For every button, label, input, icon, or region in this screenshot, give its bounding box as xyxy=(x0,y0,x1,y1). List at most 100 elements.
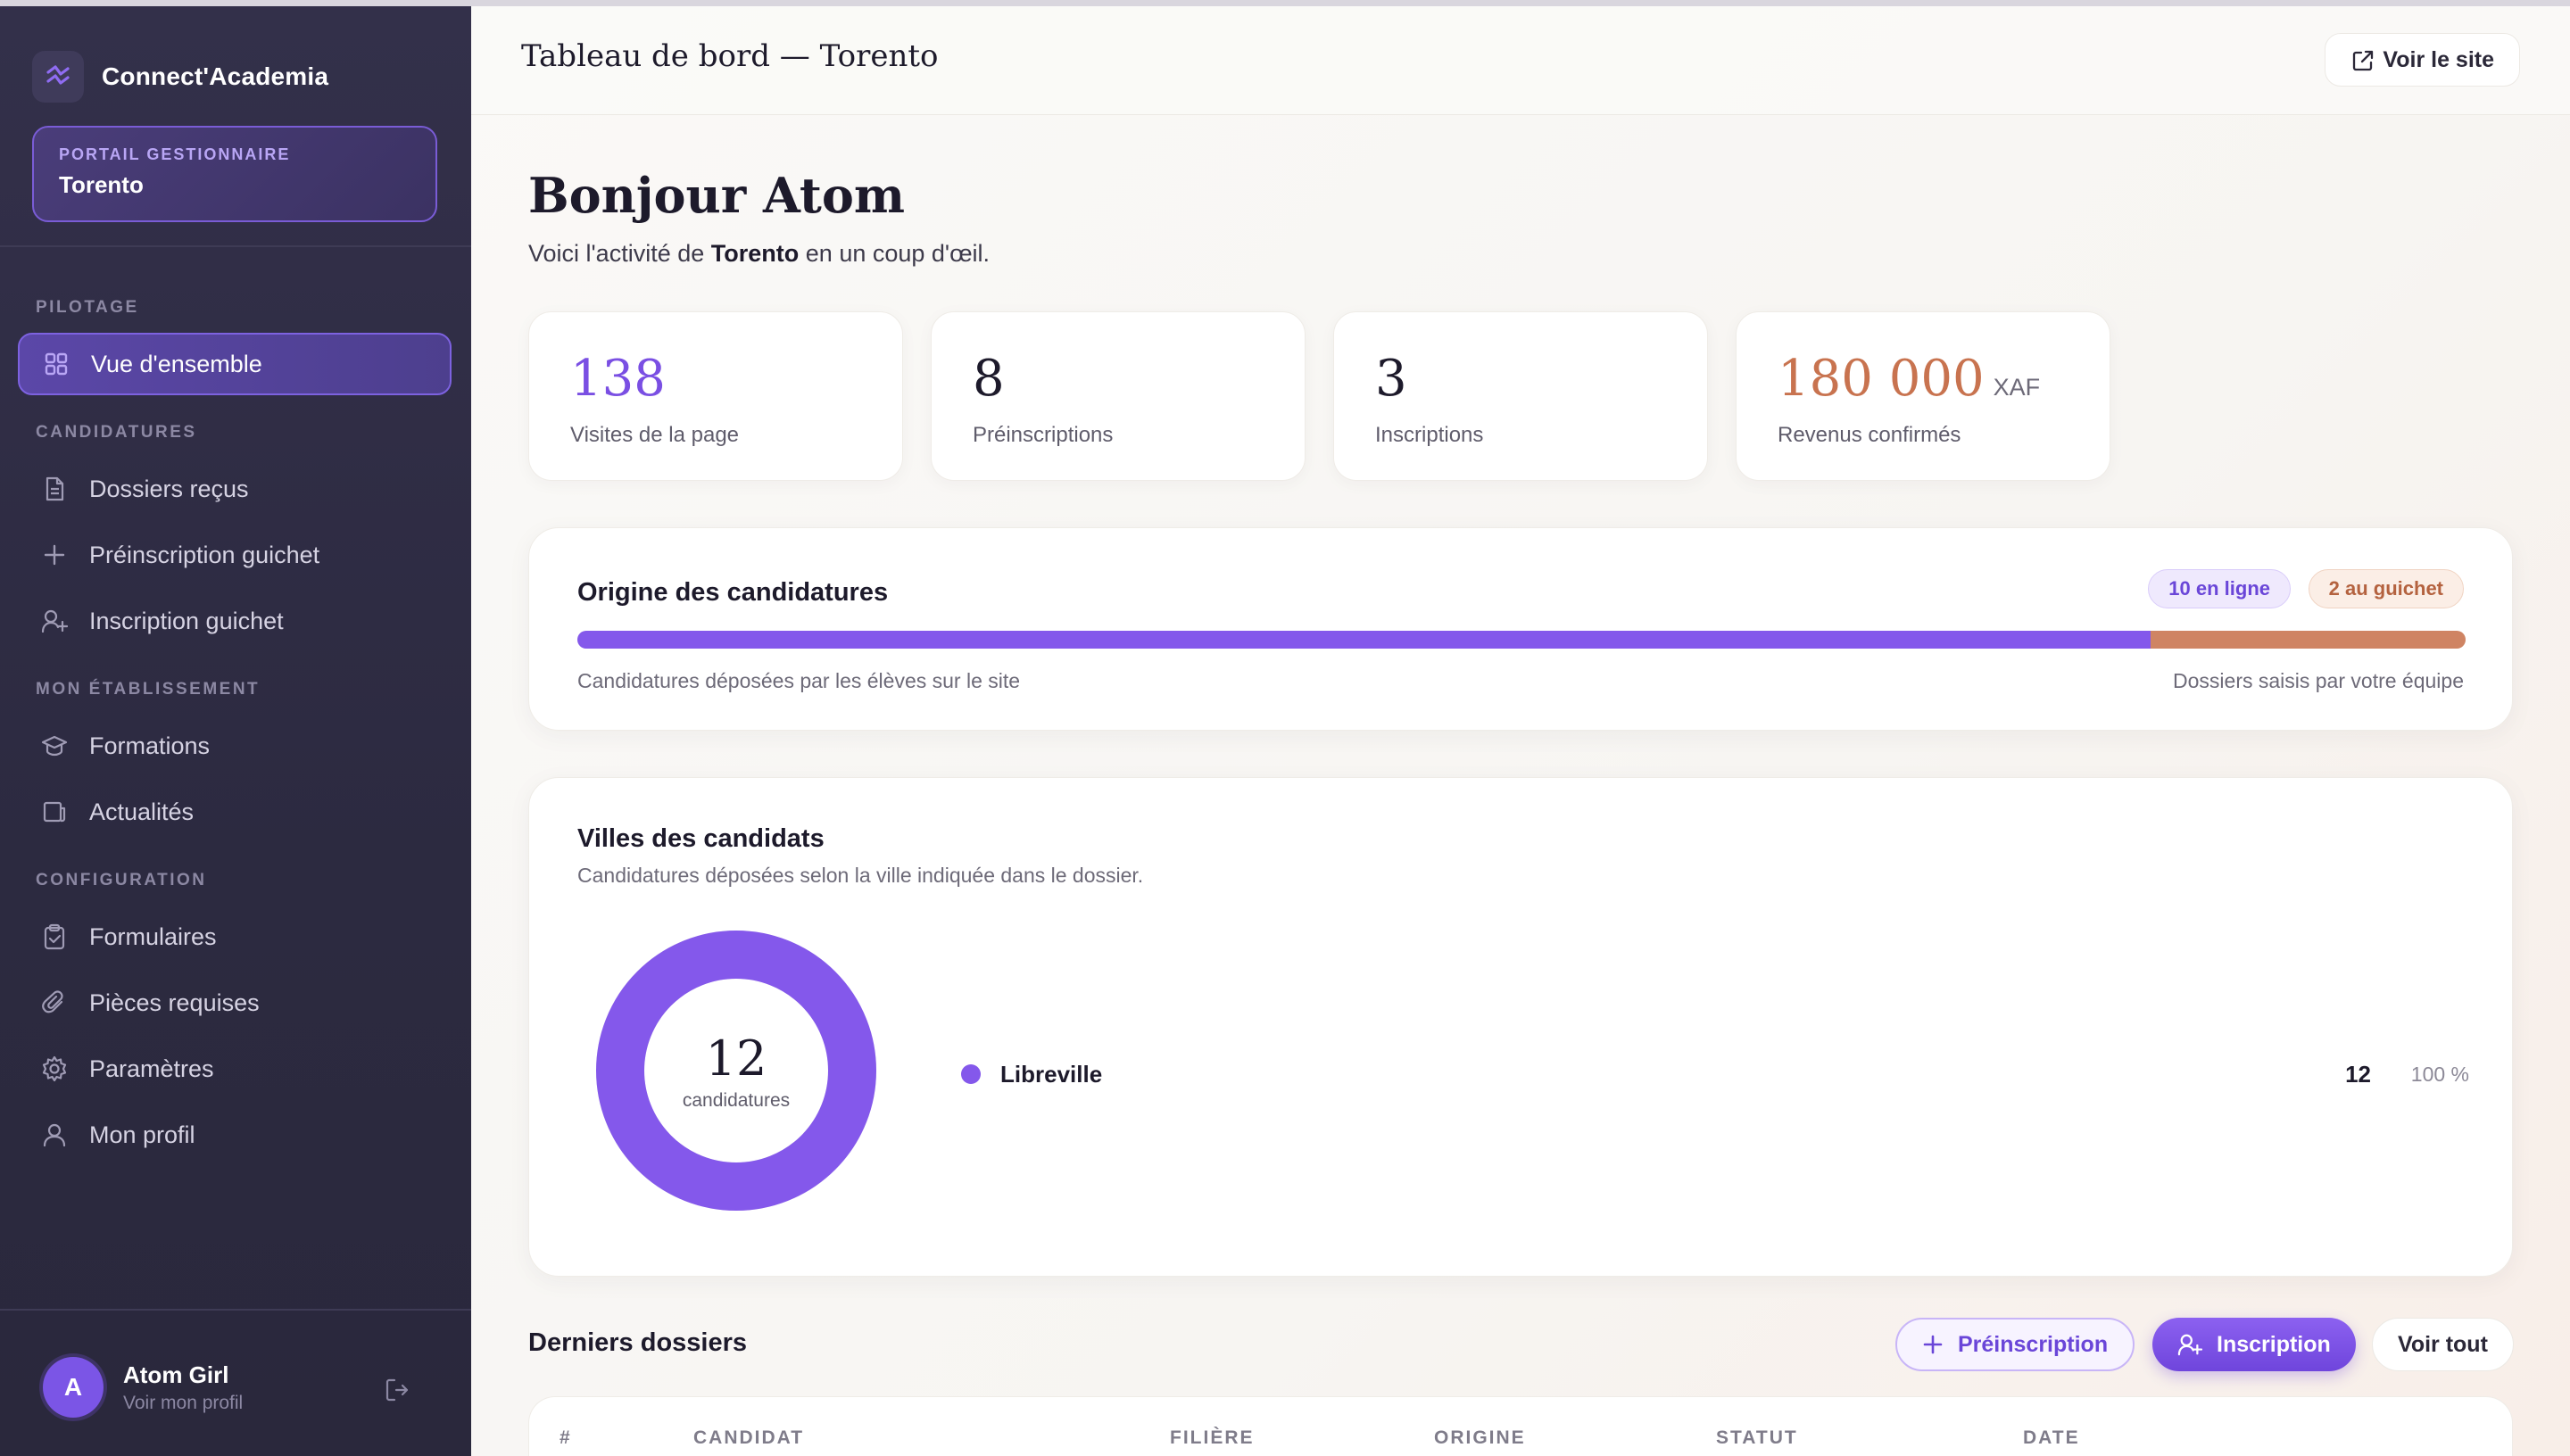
nav-section-pilotage: PILOTAGE xyxy=(36,298,139,317)
gear-icon xyxy=(41,1055,68,1082)
nav-section-candidatures: CANDIDATURES xyxy=(36,423,197,442)
kpi-value: 180 000 XAF xyxy=(1778,350,2041,408)
page-title: Tableau de bord — Torento xyxy=(521,38,939,74)
external-link-icon xyxy=(2350,48,2375,79)
user-plus-icon xyxy=(41,608,68,634)
plus-icon xyxy=(41,542,68,568)
portal-name: Torento xyxy=(59,171,144,198)
column-header-origin: ORIGINE xyxy=(1434,1427,1526,1448)
column-header-candidate: CANDIDAT xyxy=(693,1427,805,1448)
sidebar-item-inscription-guichet[interactable]: Inscription guichet xyxy=(18,590,452,652)
kpi-value: 3 xyxy=(1375,350,1407,408)
document-icon xyxy=(41,476,68,502)
column-header-program: FILIÈRE xyxy=(1170,1427,1255,1448)
nav-section-etablissement: MON ÉTABLISSEMENT xyxy=(36,680,261,699)
city-legend-dot xyxy=(961,1064,981,1084)
main-content: Tableau de bord — Torento Voir le site B… xyxy=(471,6,2570,1456)
column-header-status: STATUT xyxy=(1716,1427,1798,1448)
user-profile-sub: Voir mon profil xyxy=(123,1392,244,1413)
clipboard-check-icon xyxy=(41,923,68,950)
cities-card: Villes des candidats Candidatures déposé… xyxy=(528,777,2513,1277)
user-icon xyxy=(41,1121,68,1148)
sidebar-item-label: Paramètres xyxy=(89,1055,214,1082)
column-header-index: # xyxy=(560,1427,572,1448)
topbar: Tableau de bord — Torento Voir le site xyxy=(471,6,2570,115)
sidebar-item-dossiers[interactable]: Dossiers reçus xyxy=(18,458,452,520)
sidebar-item-actualites[interactable]: Actualités xyxy=(18,781,452,843)
kpi-unit: XAF xyxy=(1993,374,2041,401)
desk-count-badge: 2 au guichet xyxy=(2308,569,2464,608)
nav-section-configuration: CONFIGURATION xyxy=(36,871,207,889)
avatar: A xyxy=(43,1357,104,1418)
column-header-date: DATE xyxy=(2023,1427,2080,1448)
sidebar-item-label: Actualités xyxy=(89,798,195,825)
kpi-label: Visites de la page xyxy=(570,423,740,447)
donut-total: 12 xyxy=(705,1030,767,1087)
kpi-value: 138 xyxy=(570,350,666,408)
preinscription-button-label: Préinscription xyxy=(1958,1331,2109,1357)
cities-title: Villes des candidats xyxy=(577,824,825,853)
online-count-badge: 10 en ligne xyxy=(2148,569,2291,608)
sidebar-item-pieces-requises[interactable]: Pièces requises xyxy=(18,972,452,1034)
kpi-card-inscriptions: 3 Inscriptions xyxy=(1333,311,1708,481)
sidebar: Connect'Academia PORTAIL GESTIONNAIRE To… xyxy=(0,6,471,1456)
user-plus-icon xyxy=(2177,1333,2202,1356)
sidebar-item-formations[interactable]: Formations xyxy=(18,715,452,777)
preinscription-button[interactable]: Préinscription xyxy=(1895,1318,2135,1371)
desk-caption: Dossiers saisis par votre équipe xyxy=(2173,669,2464,692)
graduation-cap-icon xyxy=(41,732,68,759)
sidebar-item-parametres[interactable]: Paramètres xyxy=(18,1038,452,1100)
sidebar-item-label: Pièces requises xyxy=(89,989,260,1016)
donut-center: 12 candidatures xyxy=(593,928,879,1213)
greeting-title: Bonjour Atom xyxy=(528,167,906,224)
sidebar-item-label: Inscription guichet xyxy=(89,607,284,634)
sidebar-item-label: Dossiers reçus xyxy=(89,475,249,502)
user-profile-link[interactable]: A Atom Girl Voir mon profil xyxy=(43,1357,418,1418)
sidebar-item-label: Vue d'ensemble xyxy=(91,350,262,377)
online-caption: Candidatures déposées par les élèves sur… xyxy=(577,669,1021,692)
sidebar-divider-bottom xyxy=(0,1309,471,1311)
city-percent: 100 % xyxy=(2410,1062,2469,1086)
sidebar-item-label: Formations xyxy=(89,732,211,759)
city-name: Libreville xyxy=(1000,1060,1103,1088)
sidebar-divider xyxy=(0,245,471,247)
sidebar-item-formulaires[interactable]: Formulaires xyxy=(18,906,452,968)
see-all-label: Voir tout xyxy=(2398,1331,2488,1357)
kpi-label: Préinscriptions xyxy=(973,423,1114,447)
origin-bar-desk xyxy=(2151,631,2466,649)
inscription-button[interactable]: Inscription xyxy=(2152,1318,2356,1371)
sidebar-item-preinscription-guichet[interactable]: Préinscription guichet xyxy=(18,524,452,586)
greeting-sub-suffix: en un coup d'œil. xyxy=(805,240,991,267)
kpi-card-preinscriptions: 8 Préinscriptions xyxy=(931,311,1306,481)
sidebar-item-label: Formulaires xyxy=(89,922,217,950)
view-site-button[interactable]: Voir le site xyxy=(2325,33,2520,87)
recent-files-table: # CANDIDAT FILIÈRE ORIGINE STATUT DATE xyxy=(528,1396,2513,1456)
portal-card[interactable]: PORTAIL GESTIONNAIRE Torento xyxy=(32,126,437,222)
paperclip-icon xyxy=(41,989,68,1016)
kpi-card-revenue: 180 000 XAF Revenus confirmés xyxy=(1736,311,2110,481)
brand[interactable]: Connect'Academia xyxy=(32,51,328,103)
kpi-value: 8 xyxy=(973,350,1005,408)
view-site-label: Voir le site xyxy=(2383,46,2494,72)
origin-title: Origine des candidatures xyxy=(577,578,889,607)
kpi-label: Revenus confirmés xyxy=(1778,423,1961,447)
inscription-button-label: Inscription xyxy=(2217,1331,2331,1357)
plus-icon xyxy=(1922,1334,1944,1355)
sidebar-item-overview[interactable]: Vue d'ensemble xyxy=(18,333,452,395)
portal-kicker: PORTAIL GESTIONNAIRE xyxy=(59,145,291,163)
grid-icon xyxy=(43,351,70,377)
recent-files-title: Derniers dossiers xyxy=(528,1328,748,1357)
sidebar-item-mon-profil[interactable]: Mon profil xyxy=(18,1104,452,1166)
cities-donut: 12 candidatures xyxy=(593,928,879,1213)
kpi-card-visits: 138 Visites de la page xyxy=(528,311,903,481)
origin-bar xyxy=(577,631,2466,649)
origin-card: Origine des candidatures 10 en ligne 2 a… xyxy=(528,527,2513,731)
logout-icon[interactable] xyxy=(384,1377,410,1408)
donut-total-label: candidatures xyxy=(682,1089,791,1111)
sidebar-item-label: Mon profil xyxy=(89,1121,195,1148)
newspaper-icon xyxy=(41,798,68,825)
see-all-button[interactable]: Voir tout xyxy=(2372,1318,2514,1371)
user-name: Atom Girl xyxy=(123,1361,229,1388)
city-legend-row: Libreville 12 100 % xyxy=(961,1056,2469,1092)
city-count: 12 xyxy=(2345,1060,2371,1088)
